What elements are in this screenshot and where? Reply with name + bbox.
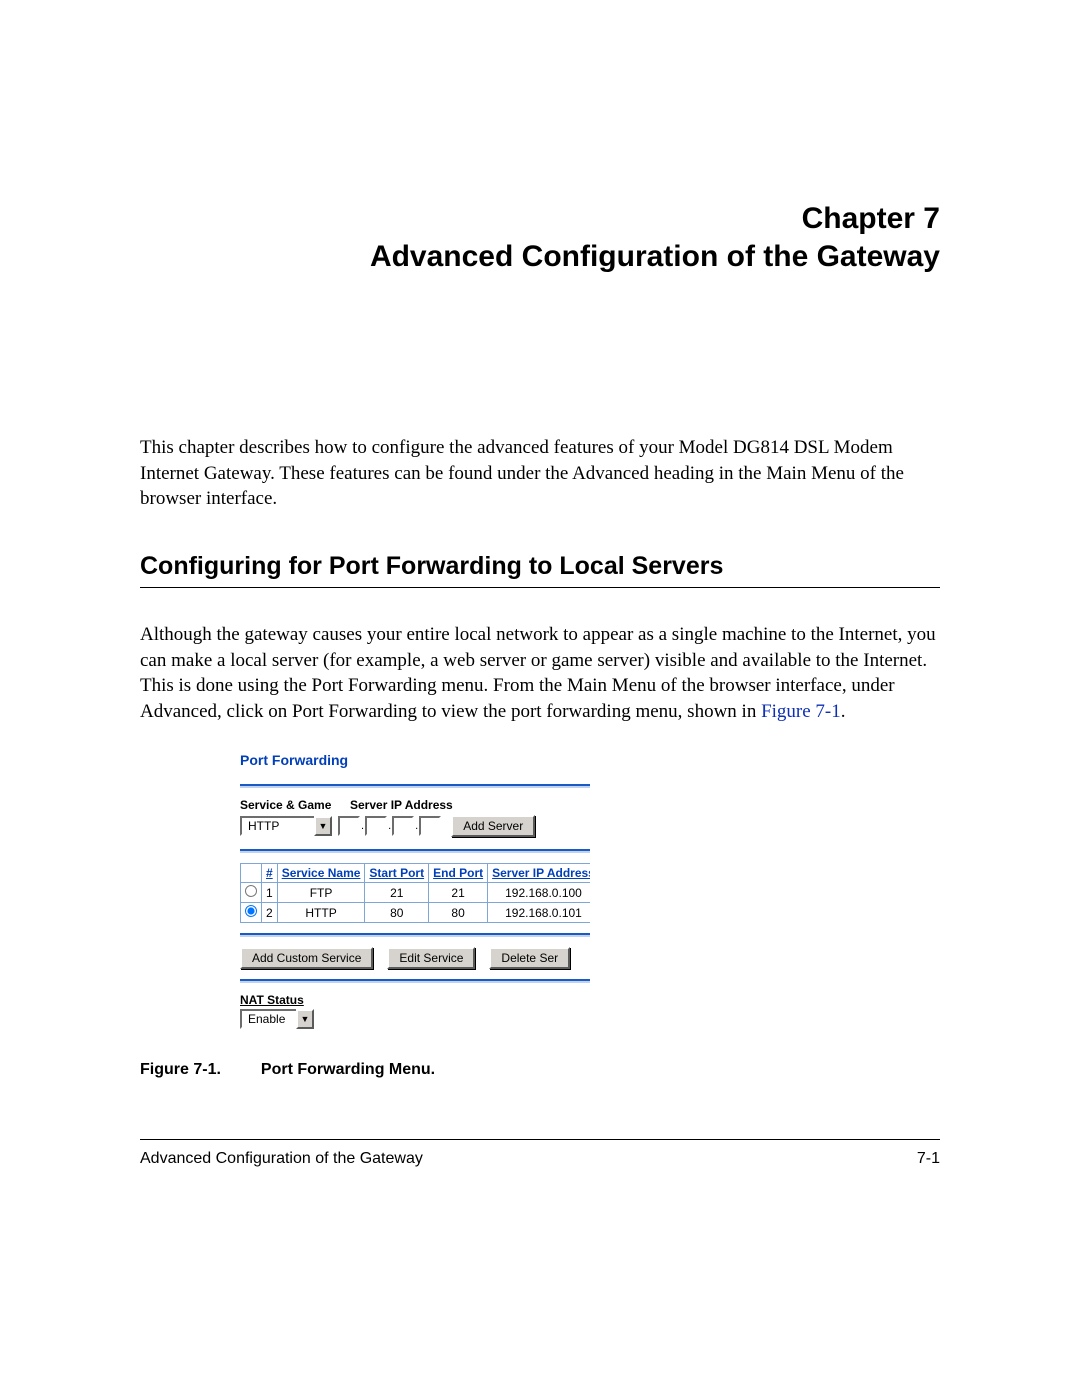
cell-service-name: FTP [277,883,365,903]
chapter-number: Chapter 7 [140,200,940,238]
edit-service-button[interactable]: Edit Service [387,947,475,969]
panel-title: Port Forwarding [240,752,590,768]
figure-caption-text: Port Forwarding Menu. [261,1061,435,1078]
table-header-service-name: Service Name [277,864,365,883]
row-radio[interactable] [245,885,257,897]
ip-octet-4[interactable] [419,816,441,836]
chevron-down-icon[interactable]: ▼ [296,1009,314,1029]
add-custom-service-button[interactable]: Add Custom Service [240,947,373,969]
footer-left: Advanced Configuration of the Gateway [140,1150,423,1168]
row-radio[interactable] [245,905,257,917]
table-header-server-ip: Server IP Address [488,864,590,883]
service-select-value: HTTP [240,816,314,836]
section-heading-port-forwarding: Configuring for Port Forwarding to Local… [140,552,940,588]
panel-separator [240,784,590,788]
table-header-end-port: End Port [429,864,488,883]
nat-status-label: NAT Status [240,993,590,1007]
chapter-title: Advanced Configuration of the Gateway [140,238,940,276]
nat-status-select[interactable]: Enable ▼ [240,1009,314,1029]
label-server-ip-address: Server IP Address [350,798,460,812]
cell-end-port: 21 [429,883,488,903]
service-select[interactable]: HTTP ▼ [240,816,332,836]
figure-caption: Figure 7-1. Port Forwarding Menu. [140,1061,940,1079]
ip-octet-2[interactable] [365,816,387,836]
ip-octet-1[interactable] [338,816,360,836]
nat-status-value: Enable [240,1009,296,1029]
cell-start-port: 21 [365,883,429,903]
figure-caption-label: Figure 7-1. [140,1061,221,1078]
table-header-select [241,864,262,883]
section-body-post: . [841,701,846,722]
footer-page-number: 7-1 [917,1150,940,1168]
delete-service-button[interactable]: Delete Ser [489,947,570,969]
add-server-button[interactable]: Add Server [451,815,535,837]
port-forwarding-table: # Service Name Start Port End Port Serve… [240,863,590,923]
cell-num: 2 [262,903,278,923]
panel-separator [240,933,590,937]
figure-port-forwarding: Port Forwarding Service & Game Server IP… [240,752,590,1029]
chevron-down-icon[interactable]: ▼ [314,816,332,836]
table-row: 2 HTTP 80 80 192.168.0.101 [241,903,591,923]
cell-server-ip: 192.168.0.101 [488,903,590,923]
intro-paragraph: This chapter describes how to configure … [140,435,940,512]
ip-octet-3[interactable] [392,816,414,836]
table-header-start-port: Start Port [365,864,429,883]
table-row: 1 FTP 21 21 192.168.0.100 [241,883,591,903]
panel-separator [240,979,590,983]
panel-separator [240,849,590,853]
cell-end-port: 80 [429,903,488,923]
page-footer: Advanced Configuration of the Gateway 7-… [140,1139,940,1168]
section-body: Although the gateway causes your entire … [140,622,940,725]
cell-num: 1 [262,883,278,903]
cell-service-name: HTTP [277,903,365,923]
label-service-and-game: Service & Game [240,798,350,812]
chapter-heading: Chapter 7 Advanced Configuration of the … [140,200,940,275]
cell-server-ip: 192.168.0.100 [488,883,590,903]
figure-xref[interactable]: Figure 7-1 [761,701,841,722]
table-header-num: # [262,864,278,883]
cell-start-port: 80 [365,903,429,923]
